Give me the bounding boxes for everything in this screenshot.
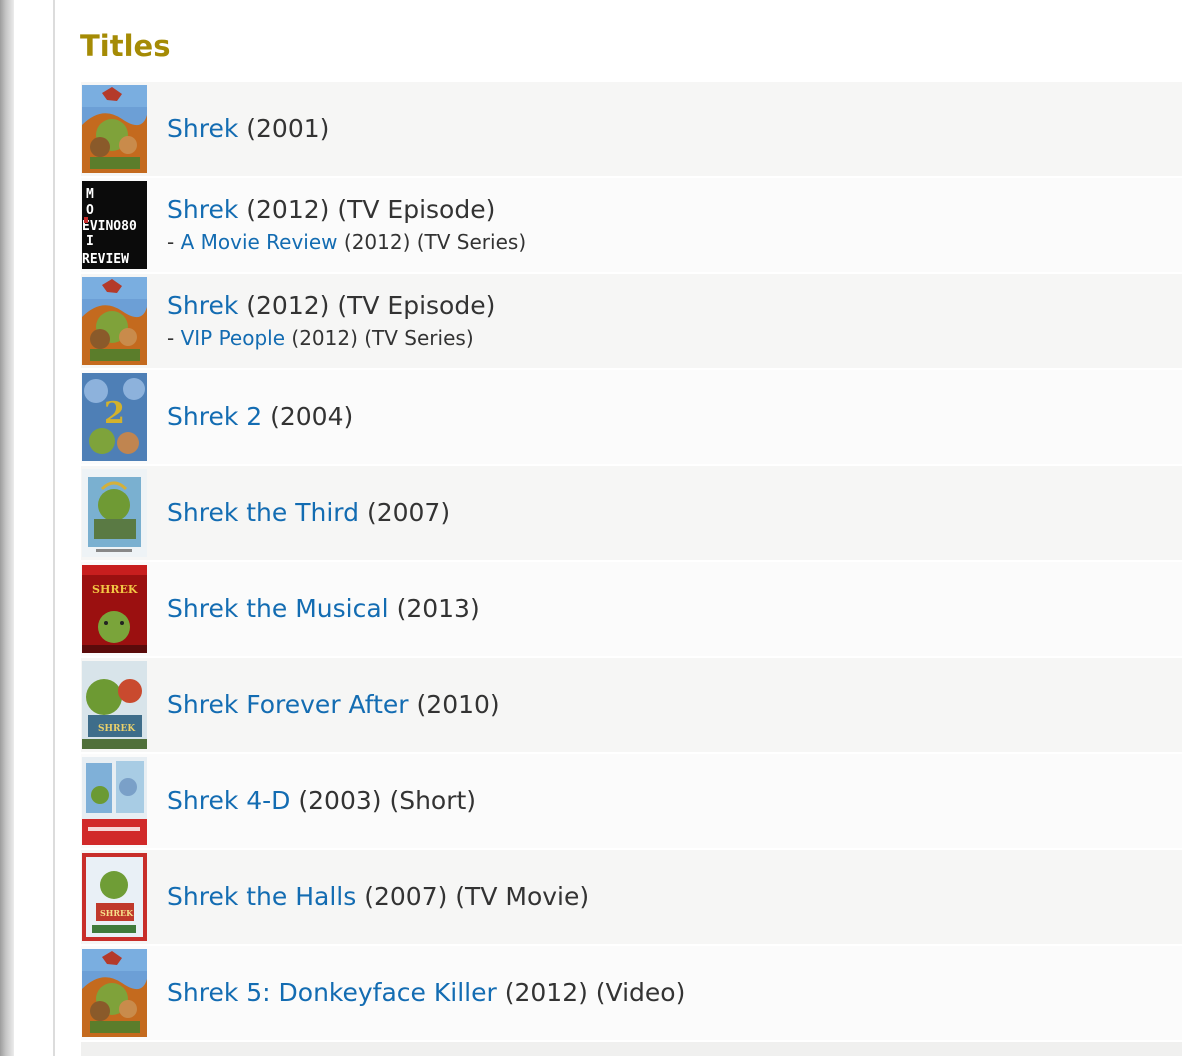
poster-image: SHREK xyxy=(82,853,147,941)
title-line: Shrek (2001) xyxy=(167,113,329,145)
title-year-type: (2007) xyxy=(366,498,451,527)
title-line: Shrek 4-D (2003) (Short) xyxy=(167,785,476,817)
poster-image xyxy=(82,85,147,173)
list-item: 2 Shrek 2 (2004) xyxy=(81,370,1182,466)
poster-image: M O EVINO80 I REVIEW xyxy=(82,181,147,269)
title-info: Shrek the Third (2007) xyxy=(167,497,450,529)
title-info: Shrek the Musical (2013) xyxy=(167,593,480,625)
poster-thumbnail[interactable] xyxy=(82,277,147,365)
series-link[interactable]: A Movie Review xyxy=(181,230,338,254)
title-info: Shrek (2001) xyxy=(167,113,329,145)
list-item: Shrek the Third (2007) xyxy=(81,466,1182,562)
list-item: M O EVINO80 I REVIEW Shrek (2012) (TV Ep… xyxy=(81,178,1182,274)
title-year-type: (2012) (TV Episode) xyxy=(246,291,496,320)
series-line: - A Movie Review (2012) (TV Series) xyxy=(167,228,526,256)
title-year-type: (2003) (Short) xyxy=(298,786,477,815)
svg-text:I: I xyxy=(86,234,94,249)
list-item: Shrek 5: Donkeyface Killer (2012) (Video… xyxy=(81,946,1182,1042)
svg-text:SHREK: SHREK xyxy=(100,908,134,918)
title-line: Shrek (2012) (TV Episode) xyxy=(167,290,495,322)
series-year-type: (2012) (TV Series) xyxy=(343,230,527,254)
series-year-type: (2012) (TV Series) xyxy=(291,326,474,350)
results-list: Shrek (2001) M O EVINO80 I REVIEW Shrek … xyxy=(81,82,1182,1042)
title-info: Shrek (2012) (TV Episode) - VIP People (2… xyxy=(167,290,495,352)
series-link[interactable]: VIP People xyxy=(181,326,285,350)
title-line: Shrek (2012) (TV Episode) xyxy=(167,194,526,226)
poster-image xyxy=(82,949,147,1037)
title-year-type: (2012) (TV Episode) xyxy=(246,195,496,224)
poster-thumbnail[interactable] xyxy=(82,469,147,557)
title-link[interactable]: Shrek the Halls xyxy=(167,882,356,911)
poster-image xyxy=(82,277,147,365)
title-year-type: (2010) xyxy=(416,690,500,719)
list-item: SHREK Shrek the Musical (2013) xyxy=(81,562,1182,658)
poster-image: SHREK xyxy=(82,661,147,749)
title-link[interactable]: Shrek 5: Donkeyface Killer xyxy=(167,978,497,1007)
title-link[interactable]: Shrek the Third xyxy=(167,498,359,527)
title-link[interactable]: Shrek xyxy=(167,291,238,320)
title-link[interactable]: Shrek 4-D xyxy=(167,786,290,815)
title-info: Shrek the Halls (2007) (TV Movie) xyxy=(167,881,589,913)
poster-image xyxy=(82,469,147,557)
series-prefix: - xyxy=(167,326,175,350)
svg-text:2: 2 xyxy=(104,396,125,431)
poster-thumbnail[interactable]: SHREK xyxy=(82,853,147,941)
title-info: Shrek (2012) (TV Episode) - A Movie Revie… xyxy=(167,194,526,256)
list-item: Shrek (2012) (TV Episode) - VIP People (2… xyxy=(81,274,1182,370)
title-info: Shrek 4-D (2003) (Short) xyxy=(167,785,476,817)
title-line: Shrek the Musical (2013) xyxy=(167,593,480,625)
poster-thumbnail[interactable] xyxy=(82,85,147,173)
poster-image xyxy=(82,757,147,845)
title-line: Shrek the Halls (2007) (TV Movie) xyxy=(167,881,589,913)
title-line: Shrek the Third (2007) xyxy=(167,497,450,529)
poster-thumbnail[interactable]: SHREK xyxy=(82,661,147,749)
poster-image: 2 xyxy=(82,373,147,461)
poster-thumbnail[interactable] xyxy=(82,949,147,1037)
title-year-type: (2001) xyxy=(246,114,330,143)
svg-text:EVINO80: EVINO80 xyxy=(82,219,137,234)
title-link[interactable]: Shrek the Musical xyxy=(167,594,389,623)
svg-text:REVIEW: REVIEW xyxy=(82,252,129,267)
poster-thumbnail[interactable] xyxy=(82,757,147,845)
title-year-type: (2004) xyxy=(270,402,354,431)
title-info: Shrek Forever After (2010) xyxy=(167,689,500,721)
title-year-type: (2007) (TV Movie) xyxy=(364,882,590,911)
title-line: Shrek 2 (2004) xyxy=(167,401,353,433)
title-year-type: (2013) xyxy=(396,594,480,623)
title-link[interactable]: Shrek 2 xyxy=(167,402,262,431)
title-info: Shrek 2 (2004) xyxy=(167,401,353,433)
list-item: Shrek (2001) xyxy=(81,82,1182,178)
poster-thumbnail[interactable]: SHREK xyxy=(82,565,147,653)
list-item: SHREK Shrek the Halls (2007) (TV Movie) xyxy=(81,850,1182,946)
title-line: Shrek Forever After (2010) xyxy=(167,689,500,721)
list-item: SHREK Shrek Forever After (2010) xyxy=(81,658,1182,754)
series-prefix: - xyxy=(167,230,175,254)
poster-thumbnail[interactable]: 2 xyxy=(82,373,147,461)
poster-image: SHREK xyxy=(82,565,147,653)
title-link[interactable]: Shrek Forever After xyxy=(167,690,409,719)
series-line: - VIP People (2012) (TV Series) xyxy=(167,324,495,352)
poster-thumbnail[interactable]: M O EVINO80 I REVIEW xyxy=(82,181,147,269)
section-title: Titles xyxy=(80,29,171,63)
list-item-partial xyxy=(81,1042,1182,1056)
title-year-type: (2012) (Video) xyxy=(504,978,686,1007)
svg-text:SHREK: SHREK xyxy=(92,583,138,596)
title-info: Shrek 5: Donkeyface Killer (2012) (Video… xyxy=(167,977,685,1009)
svg-text:SHREK: SHREK xyxy=(98,724,136,734)
list-item: Shrek 4-D (2003) (Short) xyxy=(81,754,1182,850)
title-link[interactable]: Shrek xyxy=(167,195,238,224)
window-edge xyxy=(0,0,14,1056)
title-link[interactable]: Shrek xyxy=(167,114,238,143)
svg-text:M: M xyxy=(86,187,94,202)
svg-text:O: O xyxy=(86,203,94,218)
title-line: Shrek 5: Donkeyface Killer (2012) (Video… xyxy=(167,977,685,1009)
content-divider xyxy=(53,0,55,1056)
